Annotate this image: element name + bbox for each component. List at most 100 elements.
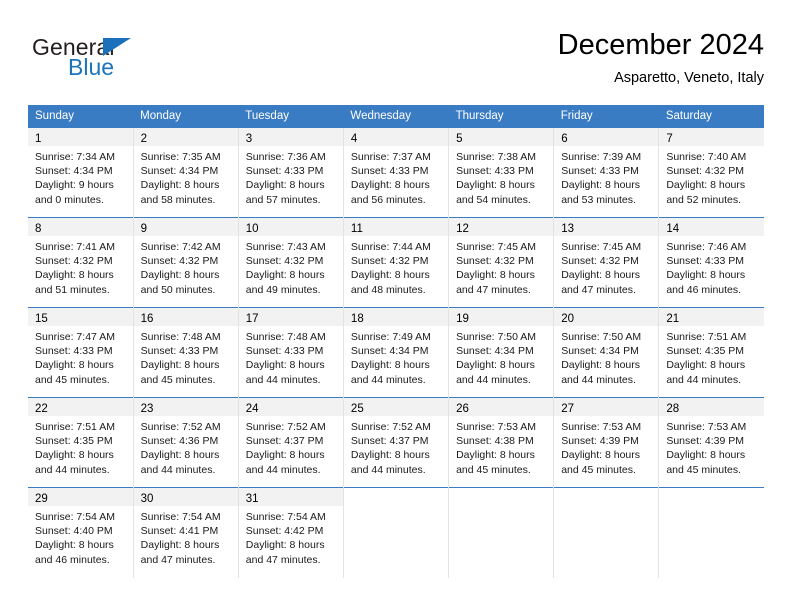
calendar-day-cell[interactable]: 5 Sunrise: 7:38 AM Sunset: 4:33 PM Daylight…	[448, 127, 554, 218]
daylight-text-line2: and 44 minutes.	[666, 373, 742, 386]
daylight-text-line1: Daylight: 8 hours	[140, 179, 220, 192]
calendar-day-cell[interactable]: 24 Sunrise: 7:52 AM Sunset: 4:37 PM Dayligh…	[237, 397, 344, 488]
day-number-band: 10	[238, 218, 343, 236]
calendar-day-cell[interactable]: 19 Sunrise: 7:50 AM Sunset: 4:34 PM Dayligh…	[448, 307, 554, 398]
calendar-day-cell[interactable]: 14 Sunrise: 7:46 AM Sunset: 4:33 PM Dayligh…	[658, 217, 764, 308]
day-number-band: 26	[449, 398, 554, 416]
title-block: December 2024 Asparetto, Veneto, Italy	[558, 28, 764, 88]
day-number-band: 3	[238, 128, 343, 146]
calendar-day-cell[interactable]: 23 Sunrise: 7:52 AM Sunset: 4:36 PM Dayligh…	[132, 397, 239, 488]
calendar-day-cell[interactable]: 21 Sunrise: 7:51 AM Sunset: 4:35 PM Dayligh…	[658, 307, 764, 398]
sunrise-text: Sunrise: 7:34 AM	[35, 151, 115, 163]
day-number: 31	[245, 493, 259, 505]
daylight-text-line1: Daylight: 8 hours	[35, 449, 114, 462]
sunset-text: Sunset: 4:34 PM	[456, 345, 534, 358]
weekday-header-wednesday: Wednesday	[343, 105, 449, 128]
day-details: Sunrise: 7:52 AM Sunset: 4:37 PM Daylight:…	[239, 416, 343, 477]
daylight-text-line1: Daylight: 8 hours	[456, 449, 535, 462]
sunrise-text: Sunrise: 7:50 AM	[561, 331, 642, 343]
calendar-day-cell[interactable]: 1 Sunrise: 7:34 AM Sunset: 4:34 PM Daylight…	[28, 127, 134, 218]
day-number-band: 9	[133, 218, 238, 236]
day-details: Sunrise: 7:46 AM Sunset: 4:33 PM Daylight:…	[659, 236, 764, 297]
day-details: Sunrise: 7:37 AM Sunset: 4:33 PM Daylight:…	[344, 146, 448, 207]
day-details: Sunrise: 7:45 AM Sunset: 4:32 PM Daylight:…	[554, 236, 658, 297]
day-details: Sunrise: 7:52 AM Sunset: 4:37 PM Daylight:…	[344, 416, 448, 477]
sunset-text: Sunset: 4:34 PM	[35, 165, 113, 178]
calendar-day-cell[interactable]: 13 Sunrise: 7:45 AM Sunset: 4:32 PM Dayligh…	[553, 217, 659, 308]
day-number: 5	[456, 133, 463, 145]
day-number-band: 2	[133, 128, 238, 146]
sunset-text: Sunset: 4:34 PM	[140, 165, 219, 178]
calendar-day-cell[interactable]: 28 Sunrise: 7:53 AM Sunset: 4:39 PM Dayligh…	[658, 397, 764, 488]
sunset-text: Sunset: 4:38 PM	[456, 435, 534, 448]
calendar-day-cell[interactable]: 16 Sunrise: 7:48 AM Sunset: 4:33 PM Dayligh…	[132, 307, 239, 398]
calendar-day-cell[interactable]: 6 Sunrise: 7:39 AM Sunset: 4:33 PM Daylight…	[553, 127, 659, 218]
sunrise-text: Sunrise: 7:51 AM	[35, 421, 115, 433]
day-number-band	[343, 488, 449, 506]
day-number: 8	[35, 223, 42, 235]
sunset-text: Sunset: 4:34 PM	[561, 345, 639, 358]
sunset-text: Sunset: 4:33 PM	[666, 255, 744, 268]
calendar-day-cell[interactable]: 11 Sunrise: 7:44 AM Sunset: 4:32 PM Dayligh…	[342, 217, 449, 308]
day-details: Sunrise: 7:34 AM Sunset: 4:34 PM Daylight:…	[28, 146, 133, 207]
day-number: 23	[140, 403, 154, 415]
sunset-text: Sunset: 4:37 PM	[350, 435, 429, 448]
calendar-day-cell[interactable]: 15 Sunrise: 7:47 AM Sunset: 4:33 PM Dayligh…	[28, 307, 134, 398]
daylight-text-line2: and 44 minutes.	[456, 373, 531, 386]
calendar-day-cell[interactable]: 7 Sunrise: 7:40 AM Sunset: 4:32 PM Daylight…	[658, 127, 764, 218]
calendar-day-cell[interactable]: 4 Sunrise: 7:37 AM Sunset: 4:33 PM Daylight…	[342, 127, 449, 218]
calendar-day-cell[interactable]: 27 Sunrise: 7:53 AM Sunset: 4:39 PM Dayligh…	[553, 397, 659, 488]
day-details: Sunrise: 7:42 AM Sunset: 4:32 PM Daylight:…	[134, 236, 238, 297]
day-number-band	[554, 488, 659, 506]
day-details: Sunrise: 7:41 AM Sunset: 4:32 PM Daylight:…	[28, 236, 133, 297]
daylight-text-line2: and 50 minutes.	[140, 283, 216, 296]
calendar-day-cell[interactable]: 8 Sunrise: 7:41 AM Sunset: 4:32 PM Daylight…	[28, 217, 134, 308]
day-number: 6	[561, 133, 568, 145]
calendar-day-cell[interactable]: 26 Sunrise: 7:53 AM Sunset: 4:38 PM Dayligh…	[448, 397, 554, 488]
daylight-text-line2: and 47 minutes.	[456, 283, 531, 296]
day-number-band: 15	[28, 308, 133, 326]
day-details: Sunrise: 7:47 AM Sunset: 4:33 PM Daylight:…	[28, 326, 133, 387]
daylight-text-line1: Daylight: 8 hours	[350, 449, 430, 462]
calendar-day-cell[interactable]: 10 Sunrise: 7:43 AM Sunset: 4:32 PM Dayligh…	[237, 217, 344, 308]
day-number: 11	[350, 223, 363, 235]
daylight-text-line2: and 58 minutes.	[140, 193, 216, 206]
daylight-text-line1: Daylight: 8 hours	[35, 539, 114, 552]
sunset-text: Sunset: 4:33 PM	[561, 165, 639, 178]
calendar-day-cell[interactable]: 12 Sunrise: 7:45 AM Sunset: 4:32 PM Dayligh…	[448, 217, 554, 308]
calendar-day-cell[interactable]: 2 Sunrise: 7:35 AM Sunset: 4:34 PM Daylight…	[132, 127, 239, 218]
day-number-band: 31	[238, 488, 343, 506]
daylight-text-line2: and 45 minutes.	[561, 463, 636, 476]
calendar-day-cell[interactable]: 30 Sunrise: 7:54 AM Sunset: 4:41 PM Dayligh…	[132, 487, 239, 578]
day-number-band: 19	[449, 308, 554, 326]
sunrise-text: Sunrise: 7:48 AM	[245, 331, 326, 343]
sunset-text: Sunset: 4:32 PM	[666, 165, 744, 178]
day-number-band: 23	[133, 398, 238, 416]
calendar-day-cell[interactable]: 20 Sunrise: 7:50 AM Sunset: 4:34 PM Dayligh…	[553, 307, 659, 398]
calendar-body: 1 Sunrise: 7:34 AM Sunset: 4:34 PM Daylight…	[28, 127, 764, 578]
calendar-day-cell[interactable]: 31 Sunrise: 7:54 AM Sunset: 4:42 PM Dayligh…	[237, 487, 344, 578]
sunrise-text: Sunrise: 7:47 AM	[35, 331, 115, 343]
calendar-day-cell-empty	[658, 487, 764, 578]
daylight-text-line1: Daylight: 8 hours	[350, 359, 430, 372]
day-number-band: 11	[343, 218, 449, 236]
calendar-day-cell[interactable]: 18 Sunrise: 7:49 AM Sunset: 4:34 PM Dayligh…	[342, 307, 449, 398]
calendar-day-cell[interactable]: 22 Sunrise: 7:51 AM Sunset: 4:35 PM Dayligh…	[28, 397, 134, 488]
sunrise-text: Sunrise: 7:52 AM	[245, 421, 326, 433]
calendar-day-cell[interactable]: 9 Sunrise: 7:42 AM Sunset: 4:32 PM Daylight…	[132, 217, 239, 308]
daylight-text-line1: Daylight: 8 hours	[561, 179, 640, 192]
calendar-day-cell[interactable]: 29 Sunrise: 7:54 AM Sunset: 4:40 PM Dayligh…	[28, 487, 134, 578]
sunset-text: Sunset: 4:41 PM	[140, 525, 219, 538]
daylight-text-line1: Daylight: 8 hours	[561, 359, 640, 372]
daylight-text-line1: Daylight: 8 hours	[140, 539, 220, 552]
sunrise-text: Sunrise: 7:53 AM	[666, 421, 747, 433]
sunset-text: Sunset: 4:35 PM	[35, 435, 113, 448]
daylight-text-line2: and 45 minutes.	[140, 373, 216, 386]
daylight-text-line2: and 45 minutes.	[35, 373, 110, 386]
calendar-day-cell[interactable]: 3 Sunrise: 7:36 AM Sunset: 4:33 PM Daylight…	[237, 127, 344, 218]
calendar-day-cell[interactable]: 25 Sunrise: 7:52 AM Sunset: 4:37 PM Dayligh…	[342, 397, 449, 488]
sunrise-text: Sunrise: 7:38 AM	[456, 151, 537, 163]
daylight-text-line2: and 45 minutes.	[456, 463, 531, 476]
sunrise-text: Sunrise: 7:44 AM	[350, 241, 431, 253]
calendar-day-cell[interactable]: 17 Sunrise: 7:48 AM Sunset: 4:33 PM Dayligh…	[237, 307, 344, 398]
